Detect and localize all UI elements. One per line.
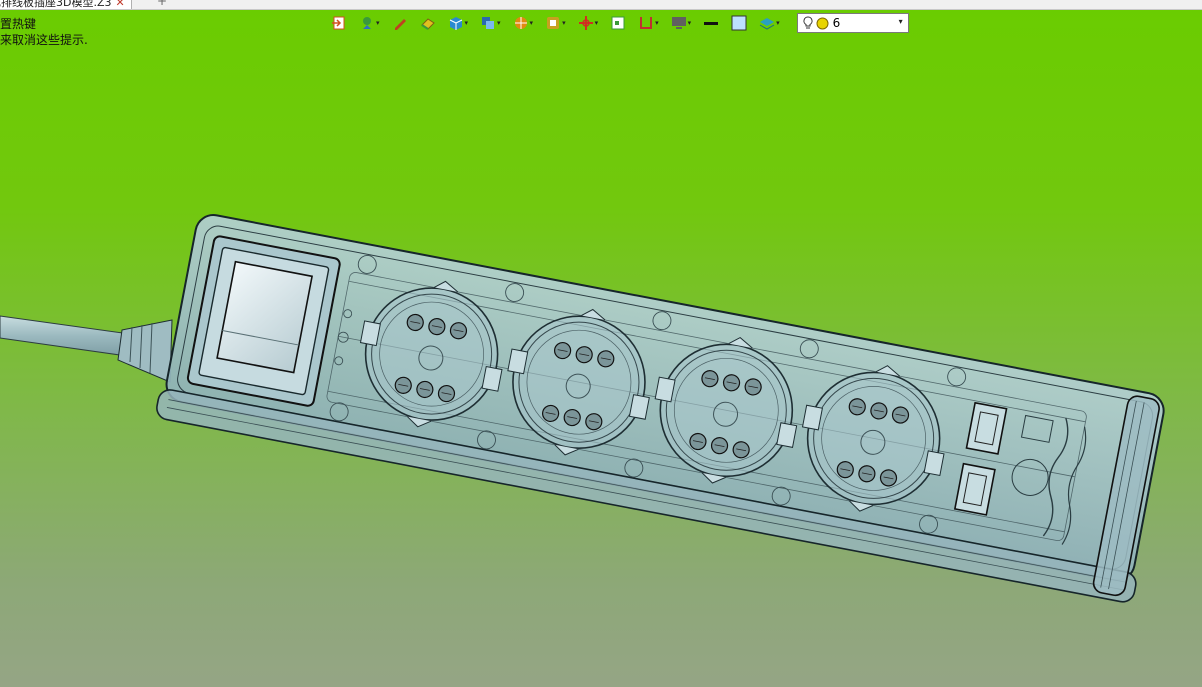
- power-strip-model: [156, 214, 1165, 603]
- power-switch[interactable]: [186, 235, 341, 407]
- power-cable: [0, 315, 173, 383]
- 3d-viewport[interactable]: [0, 0, 1202, 687]
